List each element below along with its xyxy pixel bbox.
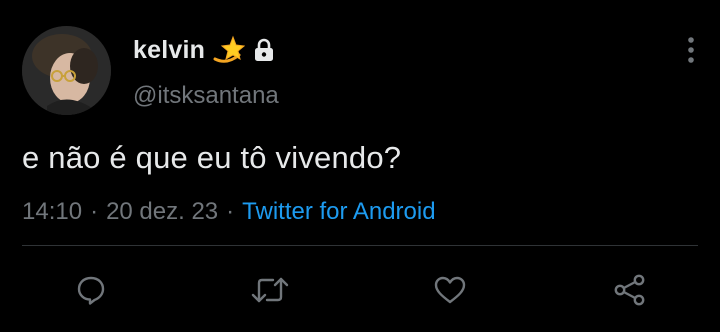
user-handle[interactable]: @itsksantana (133, 82, 279, 110)
share-button[interactable] (608, 268, 652, 312)
tweet-source-link[interactable]: Twitter for Android (242, 198, 435, 225)
avatar[interactable] (22, 26, 111, 115)
share-icon (614, 274, 645, 306)
reply-button[interactable] (69, 268, 113, 312)
tweet-time: 14:10 (22, 198, 83, 225)
more-vertical-icon (688, 37, 694, 63)
more-options-button[interactable] (680, 34, 702, 66)
tweet-text: e não é que eu tô vivendo? (22, 140, 402, 175)
retweet-icon (251, 277, 289, 303)
name-row: kelvin (133, 34, 275, 66)
action-bar (0, 268, 720, 312)
meta-separator: · (226, 198, 235, 225)
like-button[interactable] (428, 268, 472, 312)
tweet-detail: kelvin @itsksantana e não é que eu tô vi… (0, 0, 720, 332)
divider (22, 245, 698, 246)
tweet-date: 20 dez. 23 (106, 198, 219, 225)
retweet-button[interactable] (248, 268, 292, 312)
meta-separator: · (90, 198, 99, 225)
tweet-meta: 14:10 · 20 dez. 23 · Twitter for Android (22, 198, 436, 226)
heart-icon (434, 276, 466, 304)
dizzy-star-icon (213, 35, 246, 65)
reply-icon (77, 276, 105, 305)
lock-icon (253, 38, 275, 62)
display-name[interactable]: kelvin (133, 36, 205, 65)
